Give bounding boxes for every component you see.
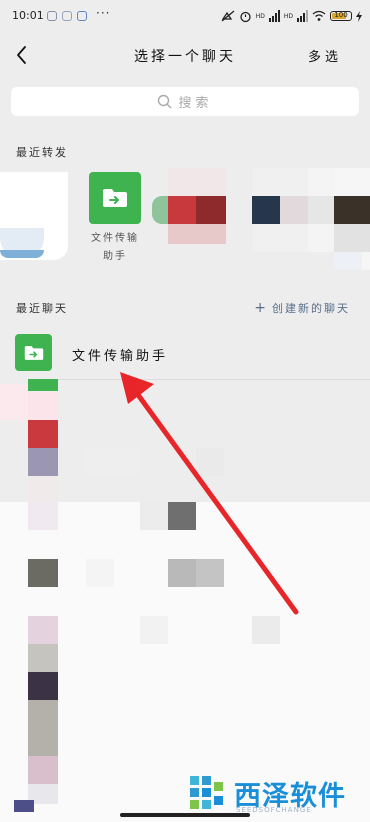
hd-label: HD	[283, 12, 293, 20]
avatar-fragment	[334, 196, 370, 224]
avatar-fragment	[308, 196, 334, 224]
nav-bar: 选择一个聊天 多选	[0, 32, 370, 78]
avatar-fragment	[252, 196, 280, 224]
forward-contact-avatar[interactable]	[0, 172, 68, 260]
chat-avatar-blurred[interactable]	[28, 502, 58, 530]
forward-contact-avatar[interactable]	[168, 168, 226, 244]
create-new-chat-button[interactable]: + 创建新的聊天	[254, 300, 350, 316]
hd-label: HD	[255, 12, 265, 20]
forward-label-line: 助手	[103, 251, 127, 262]
watermark-pixel-icon	[190, 776, 223, 809]
charging-icon	[356, 10, 362, 22]
chat-avatar-blurred[interactable]	[28, 672, 58, 700]
chat-row-blurred[interactable]	[196, 559, 224, 587]
avatar-fragment	[334, 224, 370, 252]
recent-chats-title: 最近聊天	[16, 302, 68, 315]
alarm-icon	[240, 11, 251, 22]
chat-row-blurred[interactable]	[140, 616, 168, 644]
forward-file-helper-label: 文件传输 助手	[84, 230, 146, 266]
folder-icon	[24, 345, 43, 360]
more-notifications-icon: ···	[96, 6, 111, 20]
battery-icon: 100	[330, 11, 352, 21]
divider	[58, 379, 370, 380]
chat-avatar-blurred[interactable]	[14, 800, 34, 812]
chat-row-blurred[interactable]	[86, 559, 114, 587]
search-placeholder: 搜索	[178, 96, 213, 111]
forward-file-helper-icon[interactable]	[89, 172, 141, 224]
file-helper-avatar	[15, 334, 52, 371]
avatar-fragment	[168, 224, 226, 244]
chat-avatar-blurred[interactable]	[28, 392, 58, 420]
avatar-fragment	[280, 196, 308, 224]
multi-select-button[interactable]: 多选	[308, 46, 342, 65]
plus-icon: +	[254, 300, 268, 316]
signal-icon	[297, 10, 308, 22]
recent-forward-list: 文件传输 助手	[0, 168, 370, 270]
avatar-fragment	[0, 250, 44, 258]
wifi-icon	[312, 10, 326, 21]
chat-avatar-blurred[interactable]	[28, 616, 58, 644]
avatar-fragment	[196, 196, 226, 224]
chat-avatar-blurred[interactable]	[28, 756, 58, 784]
chat-avatar-blurred[interactable]	[28, 420, 58, 448]
chat-row-blurred[interactable]	[196, 448, 224, 476]
chat-row-blurred[interactable]	[252, 616, 280, 644]
chat-avatar-blurred[interactable]	[28, 448, 58, 476]
chat-row-blurred[interactable]	[86, 448, 140, 476]
forward-contact-avatar[interactable]	[252, 168, 308, 252]
chat-row-blurred[interactable]	[140, 502, 168, 530]
chat-name: 文件传输助手	[72, 349, 169, 364]
signal-icon	[268, 10, 280, 22]
recent-forward-title: 最近转发	[16, 146, 68, 159]
chat-row-blurred[interactable]	[168, 502, 196, 530]
chat-avatar-blurred[interactable]	[28, 644, 58, 672]
home-indicator[interactable]	[120, 813, 250, 817]
folder-icon	[103, 189, 127, 207]
forward-contact-avatar[interactable]	[334, 168, 370, 270]
mute-icon	[221, 10, 235, 22]
create-new-chat-label: 创建新的聊天	[272, 302, 350, 315]
chat-avatar-blurred[interactable]	[28, 559, 58, 587]
status-bar: 10:01 ··· HD HD 100	[0, 0, 370, 32]
notification-icon	[47, 11, 57, 21]
forward-contact-avatar[interactable]	[308, 168, 334, 252]
chat-avatar-blurred[interactable]	[28, 700, 58, 756]
notification-icon	[62, 11, 72, 21]
forward-label-line: 文件传输	[91, 233, 139, 244]
search-icon	[158, 94, 172, 109]
watermark-logo: 西泽软件 SEEDSOFCHANGE	[188, 770, 366, 818]
avatar-fragment	[334, 252, 362, 270]
chat-row-blurred[interactable]	[168, 559, 196, 587]
status-icons: HD HD 100	[221, 8, 362, 24]
chat-avatar-blurred[interactable]	[28, 476, 58, 502]
chat-row-file-helper[interactable]: 文件传输助手	[0, 328, 370, 380]
notification-icon	[77, 11, 87, 21]
chat-avatar-blurred[interactable]	[28, 379, 58, 391]
chat-avatar-blurred[interactable]	[0, 384, 28, 420]
status-time: 10:01	[12, 9, 44, 22]
search-input[interactable]: 搜索	[11, 87, 359, 116]
avatar-fragment	[168, 196, 196, 224]
